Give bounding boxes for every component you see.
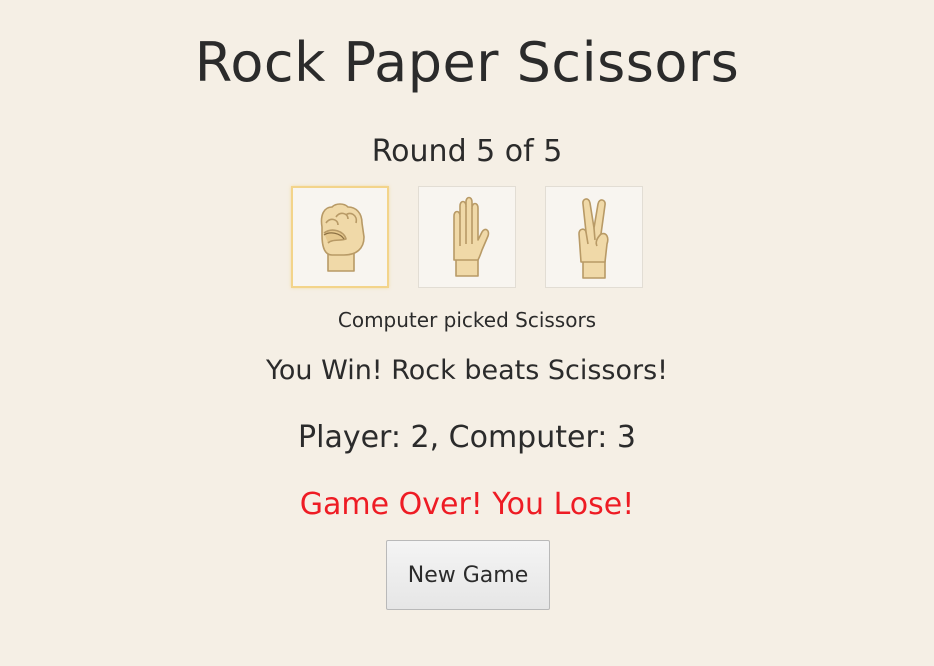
paper-hand-icon xyxy=(453,196,490,277)
score-text: Player: 2, Computer: 3 xyxy=(298,420,636,455)
choice-paper-button[interactable] xyxy=(418,186,516,288)
rock-fist-icon xyxy=(320,203,365,272)
choice-buttons xyxy=(291,186,651,290)
page-title: Rock Paper Scissors xyxy=(194,31,740,94)
round-indicator: Round 5 of 5 xyxy=(371,134,563,169)
round-result-text: You Win! Rock beats Scissors! xyxy=(265,355,669,386)
choice-scissors-button[interactable] xyxy=(545,186,643,288)
choice-rock-button[interactable] xyxy=(291,186,389,288)
computer-pick-text: Computer picked Scissors xyxy=(337,308,597,332)
new-game-button[interactable]: New Game xyxy=(386,540,550,610)
scissors-hand-icon xyxy=(578,198,609,279)
game-over-message: Game Over! You Lose! xyxy=(299,487,635,522)
